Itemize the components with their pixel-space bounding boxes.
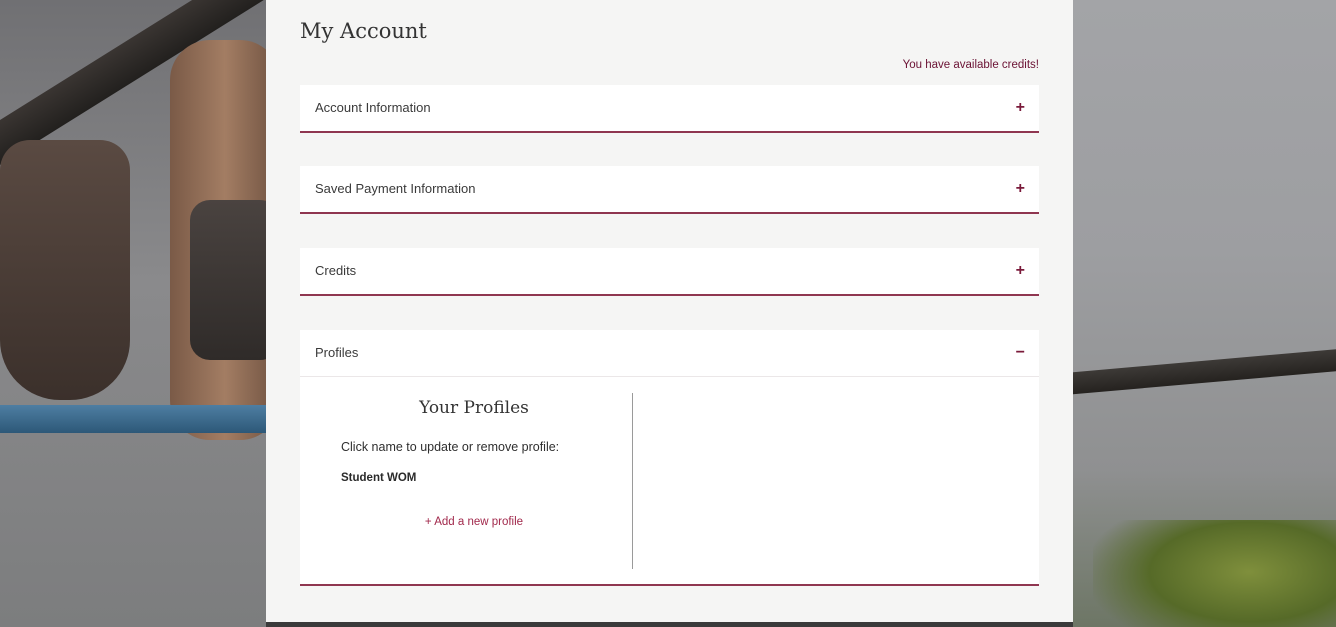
accordion-credits[interactable]: Credits + <box>300 248 1039 296</box>
accordion-label: Account Information <box>315 100 431 115</box>
accordion-account-information[interactable]: Account Information + <box>300 85 1039 133</box>
expand-icon[interactable]: + <box>1016 248 1025 294</box>
accordion-saved-payment-information[interactable]: Saved Payment Information + <box>300 166 1039 214</box>
background-shorts <box>190 200 266 360</box>
background-rail-right <box>1073 346 1336 396</box>
accordion-profiles: Profiles − Your Profiles Click name to u… <box>300 330 1039 586</box>
accordion-label: Credits <box>315 263 357 278</box>
expand-icon[interactable]: + <box>1016 166 1025 212</box>
expand-icon[interactable]: + <box>1016 85 1025 131</box>
available-credits-link[interactable]: You have available credits! <box>903 59 1039 71</box>
add-profile-link[interactable]: + Add a new profile <box>300 516 648 528</box>
profile-item[interactable]: Student WOM <box>341 472 416 484</box>
background-blue-rail <box>0 405 266 433</box>
accordion-label: Profiles <box>315 345 359 360</box>
background-left-scene <box>0 0 266 627</box>
footer-strip <box>266 622 1073 627</box>
account-panel: My Account You have available credits! A… <box>266 0 1073 622</box>
background-foliage <box>1093 520 1336 627</box>
background-right-scene <box>1073 0 1336 627</box>
profiles-heading: Your Profiles <box>419 398 529 418</box>
page-title: My Account <box>300 19 427 43</box>
background-shoe <box>0 140 130 400</box>
profiles-instruction: Click name to update or remove profile: <box>341 440 560 454</box>
profiles-list-column: Your Profiles Click name to update or re… <box>300 376 632 582</box>
accordion-profiles-header[interactable]: Profiles − <box>300 330 1039 377</box>
accordion-label: Saved Payment Information <box>315 181 476 196</box>
collapse-icon[interactable]: − <box>1016 330 1025 376</box>
column-divider <box>632 393 633 569</box>
